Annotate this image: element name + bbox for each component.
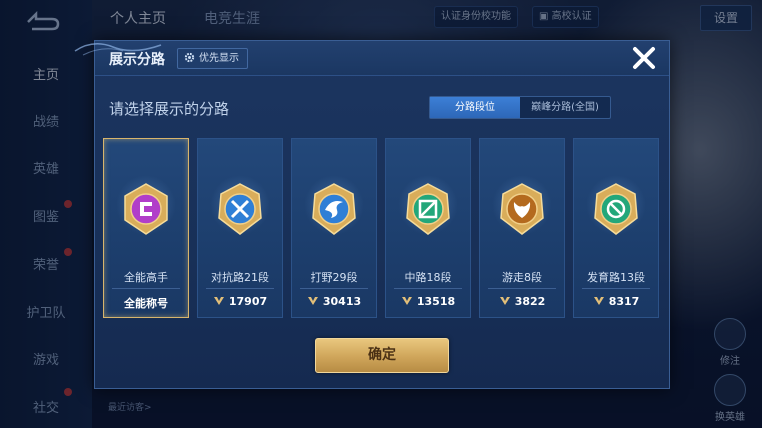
clash-lane-badge-icon [218,183,262,235]
card-stat: 全能称号 [124,297,168,310]
card-name: 游走8段 [502,271,542,284]
close-icon[interactable] [631,45,657,71]
card-stat: 3822 [480,295,564,308]
roam-badge-icon [500,183,544,235]
card-name: 发育路13段 [587,271,645,284]
lane-card[interactable]: 打野29段 30413 [291,138,377,318]
dialog-subtitle: 请选择展示的分路 [109,100,230,118]
mid-lane-badge-icon [406,183,450,235]
jungle-badge-icon [312,183,356,235]
farm-lane-badge-icon [594,183,638,235]
medal-icon [213,297,224,305]
all-round-badge-icon [124,183,168,235]
lane-card[interactable]: 对抗路21段 17907 [197,138,283,318]
priority-display-button[interactable]: 优先显示 [177,48,248,69]
lane-display-dialog: 展示分路 优先显示 请选择展示的分路 分路段位 巅峰分路(全国) 全能高手 全能… [74,40,670,389]
confirm-button[interactable]: 确定 [315,338,449,373]
lane-card[interactable]: 全能高手 全能称号 [103,138,189,318]
lane-card[interactable]: 发育路13段 8317 [573,138,659,318]
lane-mode-toggle: 分路段位 巅峰分路(全国) [429,96,611,119]
card-stat: 17907 [198,295,282,308]
medal-icon [307,297,318,305]
card-stat: 13518 [386,295,470,308]
tab-lane-rank[interactable]: 分路段位 [430,97,520,118]
card-name: 对抗路21段 [211,271,269,284]
medal-icon [499,297,510,305]
lane-card[interactable]: 游走8段 3822 [479,138,565,318]
lane-card[interactable]: 中路18段 13518 [385,138,471,318]
card-stat: 30413 [292,295,376,308]
gear-icon [184,52,195,63]
medal-icon [401,297,412,305]
card-name: 全能高手 [124,271,168,284]
dialog-title: 展示分路 [109,52,165,68]
card-name: 打野29段 [310,271,358,284]
tab-peak-lane-national[interactable]: 巅峰分路(全国) [520,97,610,118]
card-stat: 8317 [574,295,658,308]
medal-icon [593,297,604,305]
card-name: 中路18段 [404,271,452,284]
lane-card-list: 全能高手 全能称号 对抗路21段 17907 打野29段 30413 中路18段… [103,138,663,318]
